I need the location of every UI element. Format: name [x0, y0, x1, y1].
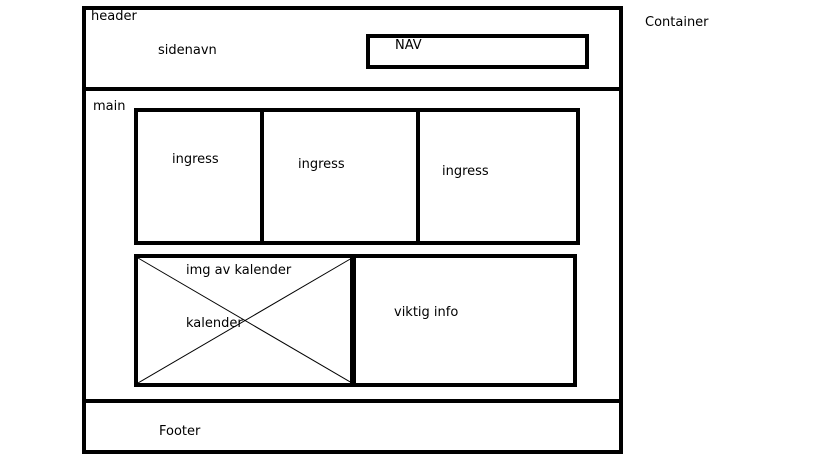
kalender-label: kalender [186, 316, 243, 331]
ingress-box-1 [134, 108, 264, 245]
header-label: header [91, 9, 137, 24]
viktig-info-label: viktig info [394, 305, 459, 320]
nav-label: NAV [395, 38, 422, 53]
ingress-box-2 [260, 108, 420, 245]
sidenavn-label: sidenavn [158, 43, 217, 58]
main-label: main [93, 99, 126, 114]
footer-label: Footer [159, 424, 201, 439]
viktig-info-box [350, 254, 577, 387]
ingress-box-3 [416, 108, 580, 245]
container-label: Container [645, 15, 709, 30]
ingress-label-2: ingress [298, 157, 345, 172]
img-av-kalender-label: img av kalender [186, 263, 292, 278]
ingress-label-3: ingress [442, 164, 489, 179]
ingress-label-1: ingress [172, 152, 219, 167]
header-divider [84, 87, 621, 91]
footer-divider [84, 399, 621, 403]
